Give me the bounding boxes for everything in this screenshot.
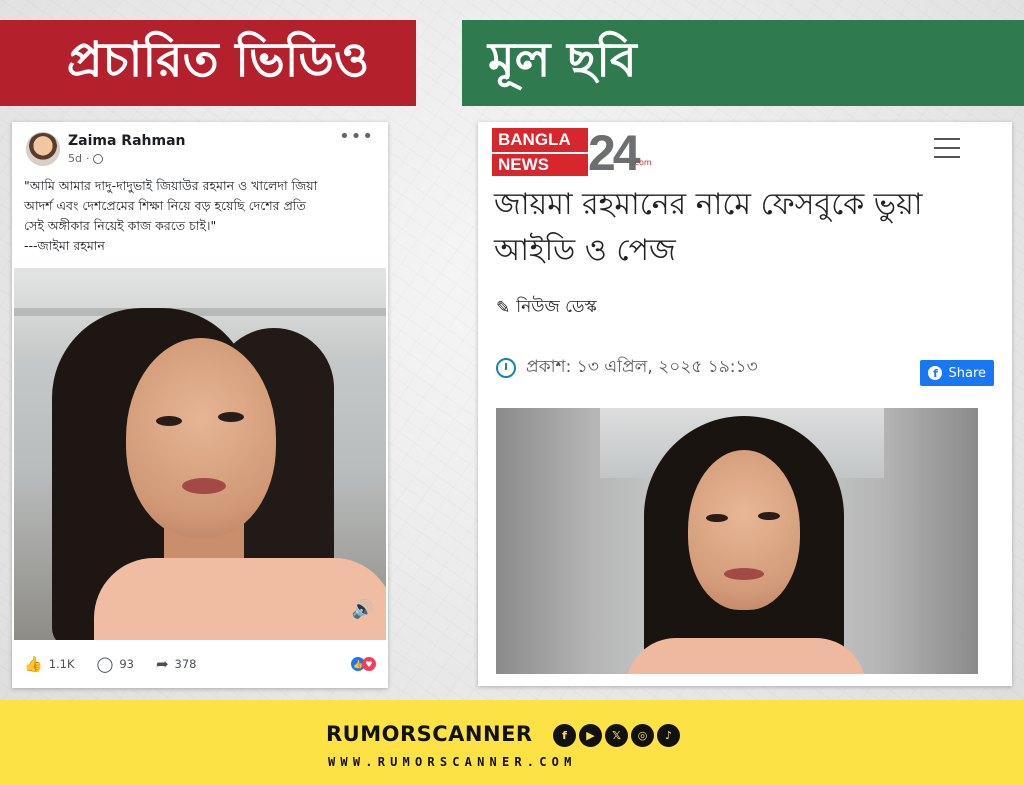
like-button[interactable]: 👍 1.1K (24, 655, 75, 673)
tiktok-icon[interactable]: ♪ (657, 724, 680, 747)
post-text-line: ---জাইমা রহমান (24, 238, 105, 253)
footer-bar: RUMORSCANNER f ▶ 𝕏 ◎ ♪ WWW.RUMORSCANNER.… (0, 700, 1024, 785)
facebook-share-button[interactable]: f Share (920, 360, 994, 386)
pencil-icon: ✎ (496, 298, 511, 318)
post-text-line: "আমি আমার দাদু-দাদুভাই জিয়াউর রহমান ও খ… (24, 178, 318, 193)
post-text-line: সেই অঙ্গীকার নিয়েই কাজ করতে চাই।" (24, 218, 217, 233)
post-text: "আমি আমার দাদু-দাদুভাই জিয়াউর রহমান ও খ… (24, 176, 380, 256)
right-banner: মূল ছবি (462, 20, 1024, 106)
clock-icon (496, 358, 516, 378)
avatar[interactable] (26, 132, 60, 166)
social-icons: f ▶ 𝕏 ◎ ♪ (553, 724, 680, 747)
left-banner: প্রচারিত ভিডিও (0, 20, 416, 106)
share-post-button[interactable]: ➦ 378 (156, 655, 197, 673)
reactions[interactable]: 👍 ♥ (351, 657, 376, 671)
post-age[interactable]: 5d (68, 152, 82, 165)
facebook-icon: f (928, 366, 943, 380)
article-author[interactable]: ✎ নিউজ ডেস্ক (496, 294, 597, 322)
facebook-icon[interactable]: f (553, 724, 576, 747)
brand-name: RUMORSCANNER (326, 722, 533, 746)
share-count: 378 (174, 657, 197, 671)
article-headline: জায়মা রহমানের নামে ফেসবুকে ভুয়া আইডি ও… (494, 187, 923, 268)
like-count: 1.1K (48, 657, 75, 671)
youtube-icon[interactable]: ▶ (579, 724, 602, 747)
publish-time: প্রকাশ: ১৩ এপ্রিল, ২০২৫ ১৯:১৩ (526, 357, 758, 377)
comment-button[interactable]: ◯ 93 (97, 655, 134, 673)
instagram-icon[interactable]: ◎ (631, 724, 654, 747)
more-dots-icon[interactable]: ••• (339, 126, 374, 147)
article-photo (496, 408, 978, 674)
post-meta: 5d · (68, 152, 104, 165)
banglanews24-logo[interactable]: BANGLA NEWS 24 .com (492, 125, 652, 181)
video-face (126, 338, 276, 538)
post-video[interactable]: 🔊 (14, 268, 386, 640)
globe-icon (93, 153, 104, 164)
facebook-post-card: Zaima Rahman 5d · ••• "আমি আমার দাদু-দাদ… (12, 122, 388, 688)
website-url[interactable]: WWW.RUMORSCANNER.COM (328, 755, 577, 769)
comment-icon: ◯ (96, 655, 114, 673)
comment-count: 93 (119, 657, 134, 671)
x-icon[interactable]: 𝕏 (605, 724, 628, 747)
left-banner-title: প্রচারিত ভিডিও (66, 31, 370, 88)
right-banner-title: মূল ছবি (488, 31, 637, 88)
volume-icon[interactable]: 🔊 (352, 599, 374, 620)
love-reaction-icon: ♥ (362, 657, 376, 671)
menu-icon[interactable] (934, 138, 960, 158)
post-text-line: আদর্শ এবং দেশপ্রেমের শিক্ষা নিয়ে বড় হয… (24, 198, 306, 213)
news-article-card: BANGLA NEWS 24 .com জায়মা রহমানের নামে … (478, 122, 1012, 686)
post-actions: 👍 1.1K ◯ 93 ➦ 378 👍 ♥ (24, 652, 376, 676)
share-icon: ➦ (155, 655, 169, 673)
post-author-name[interactable]: Zaima Rahman (68, 133, 186, 149)
like-icon: 👍 (24, 655, 43, 673)
